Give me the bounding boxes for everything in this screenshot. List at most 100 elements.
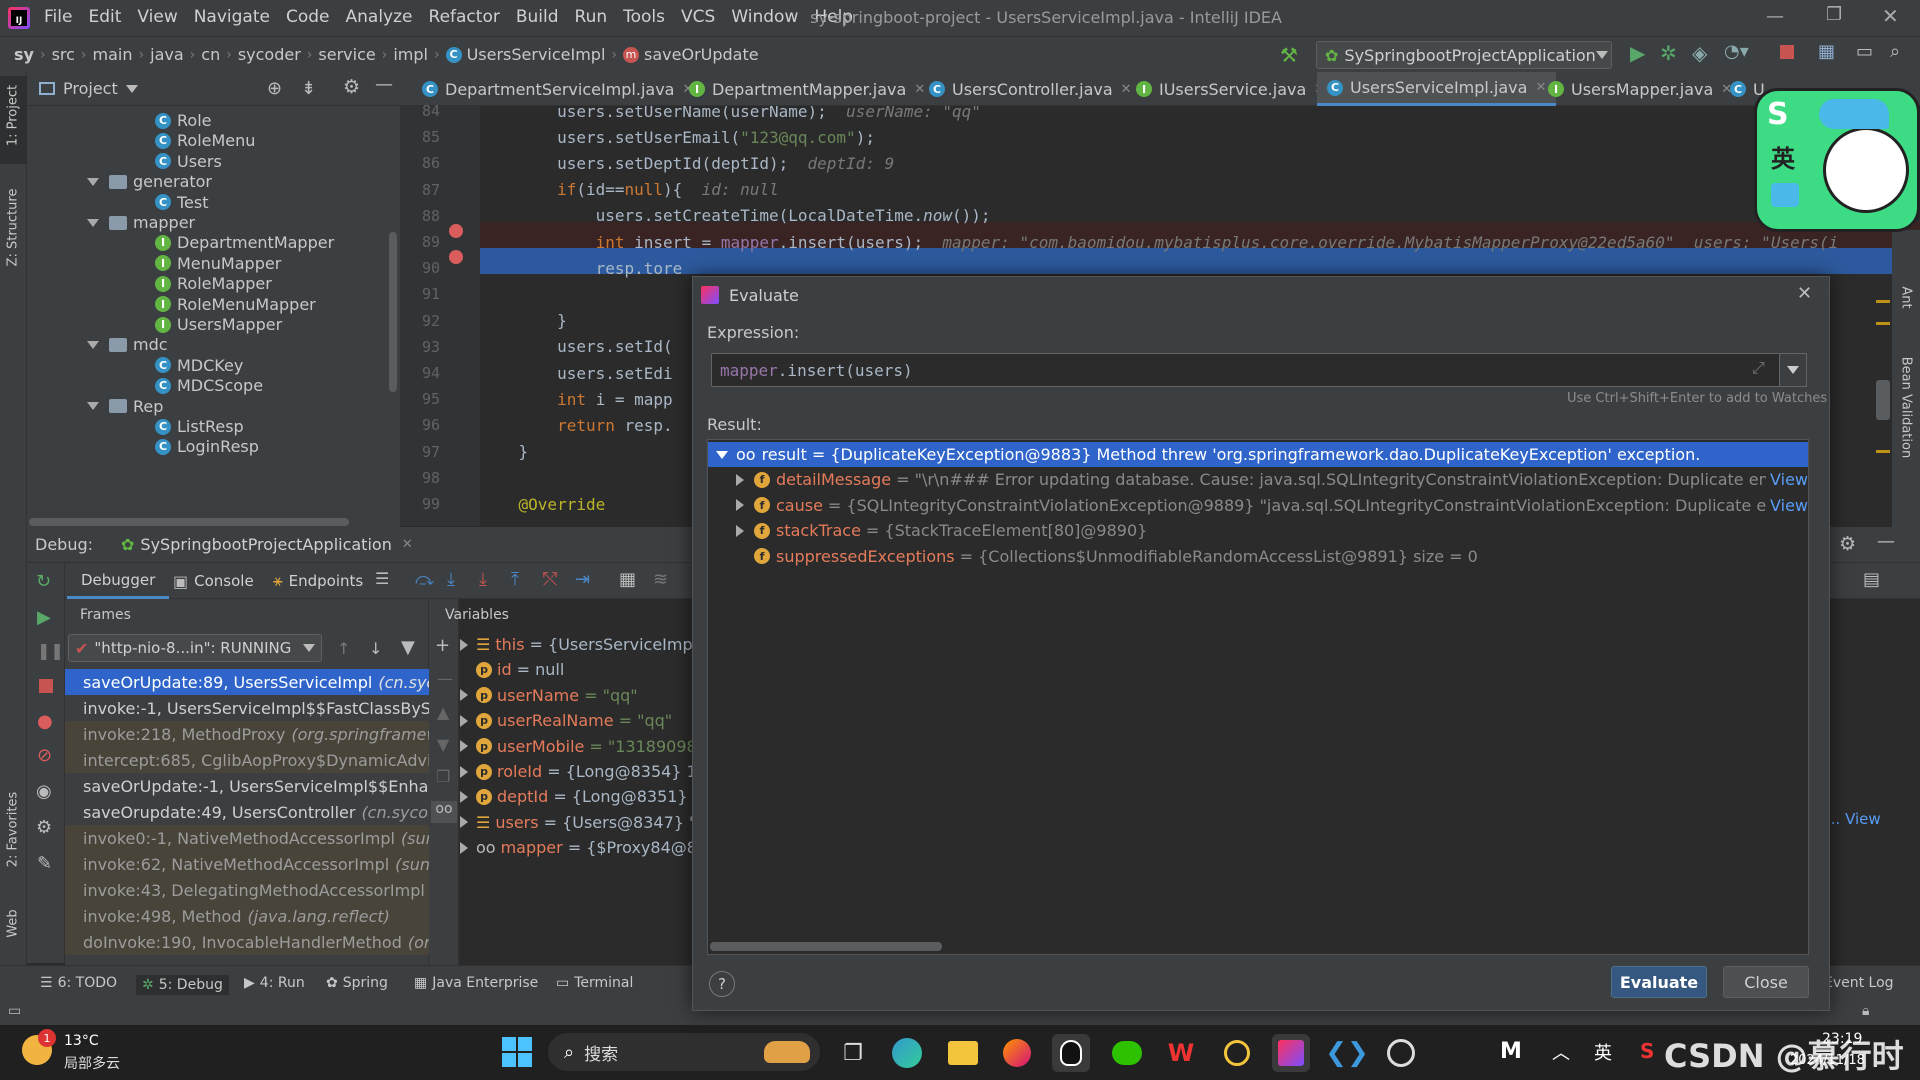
- status-layout-icon[interactable]: ▭: [8, 1003, 21, 1019]
- menu-file[interactable]: File: [44, 7, 72, 27]
- variable-row[interactable]: p id = null: [460, 657, 564, 682]
- debug-bug-icon[interactable]: ✲: [1660, 41, 1677, 65]
- breadcrumb-item[interactable]: sy: [14, 45, 34, 64]
- debug-tool[interactable]: ✲ 5: Debug: [136, 975, 229, 995]
- stack-frame[interactable]: invoke0:-1, NativeMethodAccessorImpl(sun…: [65, 825, 429, 851]
- expand-arrow-icon[interactable]: [460, 740, 468, 753]
- expand-icon[interactable]: ⤢: [1752, 358, 1765, 378]
- mute-breakpoints-icon[interactable]: ⊘: [37, 745, 52, 766]
- menu-tools[interactable]: Tools: [623, 7, 665, 27]
- stack-frame[interactable]: invoke:218, MethodProxy(org.springframew…: [65, 721, 429, 747]
- expand-arrow-icon[interactable]: [736, 524, 744, 537]
- file-explorer-icon[interactable]: [944, 1034, 982, 1072]
- tree-item[interactable]: I UsersMapper: [155, 312, 282, 337]
- stack-frame[interactable]: doInvoke:190, InvocableHandlerMethod(org…: [65, 929, 429, 955]
- down-arrow-icon[interactable]: ↓: [369, 639, 382, 658]
- run-icon[interactable]: ▶: [1630, 41, 1645, 65]
- help-button[interactable]: ?: [709, 971, 735, 997]
- view-link[interactable]: View: [1770, 496, 1808, 515]
- qq-icon[interactable]: [1052, 1034, 1090, 1072]
- ant-stripe-label[interactable]: Ant: [1899, 278, 1914, 318]
- tree-scrollbar[interactable]: [389, 232, 397, 392]
- stack-frame[interactable]: saveOrUpdate:-1, UsersServiceImpl$$Enhan…: [65, 773, 429, 799]
- gear-icon[interactable]: ⚙: [36, 817, 52, 838]
- event-log-tool[interactable]: Event Log: [1824, 975, 1894, 991]
- stop-icon[interactable]: [1780, 45, 1794, 59]
- variable-row[interactable]: ☰ users = {Users@8347} "U: [460, 810, 700, 835]
- search-everywhere-icon[interactable]: ⌕: [1890, 41, 1900, 62]
- drop-frame-icon[interactable]: ⤲: [543, 569, 557, 590]
- force-step-into-icon[interactable]: ⤓: [479, 569, 487, 590]
- evaluate-icon[interactable]: ▦: [619, 569, 636, 590]
- expand-arrow-icon[interactable]: [460, 841, 468, 854]
- editor-tab[interactable]: IIUsersService.java✕: [1126, 72, 1335, 106]
- editor-tab[interactable]: I UsersMapper.java ✕: [1538, 72, 1742, 106]
- chevron-up-icon[interactable]: ︿: [1552, 1039, 1570, 1065]
- editor-tab[interactable]: C DepartmentServiceImpl.java ✕: [412, 72, 703, 106]
- project-structure-icon[interactable]: ▦: [1818, 41, 1835, 62]
- stack-frame[interactable]: invoke:-1, UsersServiceImpl$$FastClassBy…: [65, 695, 429, 721]
- variable-row[interactable]: p userRealName = "qq": [460, 708, 672, 733]
- menu-edit[interactable]: Edit: [88, 7, 121, 27]
- layout-icon[interactable]: ▭: [1856, 41, 1873, 62]
- variable-row[interactable]: p deptId = {Long@8351} 9: [460, 784, 700, 809]
- debug-session-tab[interactable]: SySpringbootProjectApplication: [140, 535, 391, 554]
- close-session-icon[interactable]: ✕: [402, 537, 413, 552]
- variable-row[interactable]: oo mapper = {$Proxy84@83: [460, 835, 700, 860]
- tree-item[interactable]: Rep: [87, 394, 163, 419]
- result-row[interactable]: f cause = {SQLIntegrityConstraintViolation…: [708, 493, 1808, 518]
- profiler-icon[interactable]: ◔▾: [1724, 41, 1749, 62]
- tree-h-scrollbar[interactable]: [29, 518, 349, 526]
- step-into-icon[interactable]: ⤓: [447, 569, 455, 590]
- editor-tab[interactable]: I DepartmentMapper.java ✕: [679, 72, 935, 106]
- mi-icon[interactable]: M: [1500, 1039, 1522, 1064]
- pin-icon[interactable]: ✎: [37, 853, 52, 874]
- firefox-icon[interactable]: [998, 1034, 1036, 1072]
- resume-icon[interactable]: ▶: [37, 607, 51, 628]
- ime-indicator[interactable]: 英: [1594, 1039, 1612, 1065]
- rerun-icon[interactable]: ↻: [36, 571, 51, 592]
- copy-icon[interactable]: ❐: [436, 767, 450, 786]
- java-enterprise-tool[interactable]: ▦ Java Enterprise: [414, 975, 538, 991]
- breadcrumb-item[interactable]: cn: [201, 45, 220, 64]
- expand-arrow-icon[interactable]: [736, 499, 744, 512]
- menu-refactor[interactable]: Refactor: [429, 7, 500, 27]
- chevron-down-icon[interactable]: [125, 84, 138, 93]
- gear-icon[interactable]: ⚙: [343, 76, 360, 98]
- expand-arrow-icon[interactable]: [460, 765, 468, 778]
- close-window-button[interactable]: ✕: [1882, 4, 1899, 28]
- editor-tab[interactable]: C UsersServiceImpl.java ✕: [1317, 72, 1557, 106]
- remove-icon[interactable]: —: [437, 669, 453, 688]
- coverage-icon[interactable]: ◈: [1692, 41, 1707, 65]
- stack-frame[interactable]: saveOrupdate:49, UsersController (cn.syco…: [65, 799, 429, 825]
- menu-icon[interactable]: ☰: [375, 569, 389, 588]
- run-to-cursor-icon[interactable]: ⇥: [575, 569, 590, 590]
- project-view-selector[interactable]: Project: [63, 79, 118, 98]
- lock-icon[interactable]: 🔒︎: [1862, 1003, 1869, 1019]
- windows-start-icon[interactable]: [502, 1037, 532, 1067]
- result-row[interactable]: f stackTrace = {StackTraceElement[80]@9890…: [708, 518, 1808, 543]
- expand-arrow-icon[interactable]: [460, 638, 468, 651]
- filter-icon[interactable]: ▼: [401, 637, 415, 658]
- menu-vcs[interactable]: VCS: [681, 7, 715, 27]
- media-player-icon[interactable]: [1382, 1034, 1420, 1072]
- task-view-icon[interactable]: ❐: [834, 1034, 872, 1072]
- expand-arrow-icon[interactable]: [460, 790, 468, 803]
- tab-console[interactable]: ▣ Console: [173, 563, 254, 599]
- tab-endpoints[interactable]: ⚹ Endpoints: [273, 563, 363, 599]
- expand-arrow-icon[interactable]: [460, 816, 468, 829]
- hide-panel-icon[interactable]: —: [375, 74, 393, 95]
- tree-item[interactable]: C LoginResp: [155, 434, 259, 459]
- gear-icon[interactable]: ⚙: [1839, 533, 1856, 555]
- expand-arrow-icon[interactable]: [87, 402, 99, 411]
- trace-icon[interactable]: ≋: [653, 569, 668, 590]
- expand-arrow-icon[interactable]: [87, 340, 99, 349]
- vscode-icon[interactable]: ❮❯: [1325, 1034, 1369, 1072]
- pause-icon[interactable]: ❚❚: [37, 641, 64, 660]
- thread-selector[interactable]: ✔ "http-nio-8...in": RUNNING: [68, 634, 322, 662]
- variable-row[interactable]: p userName = "qq": [460, 683, 638, 708]
- menu-window[interactable]: Window: [731, 7, 798, 27]
- run-tool[interactable]: ▶ 4: Run: [244, 975, 305, 991]
- view-link[interactable]: View: [1770, 470, 1808, 489]
- taskbar-search[interactable]: ⌕ 搜索: [548, 1033, 820, 1071]
